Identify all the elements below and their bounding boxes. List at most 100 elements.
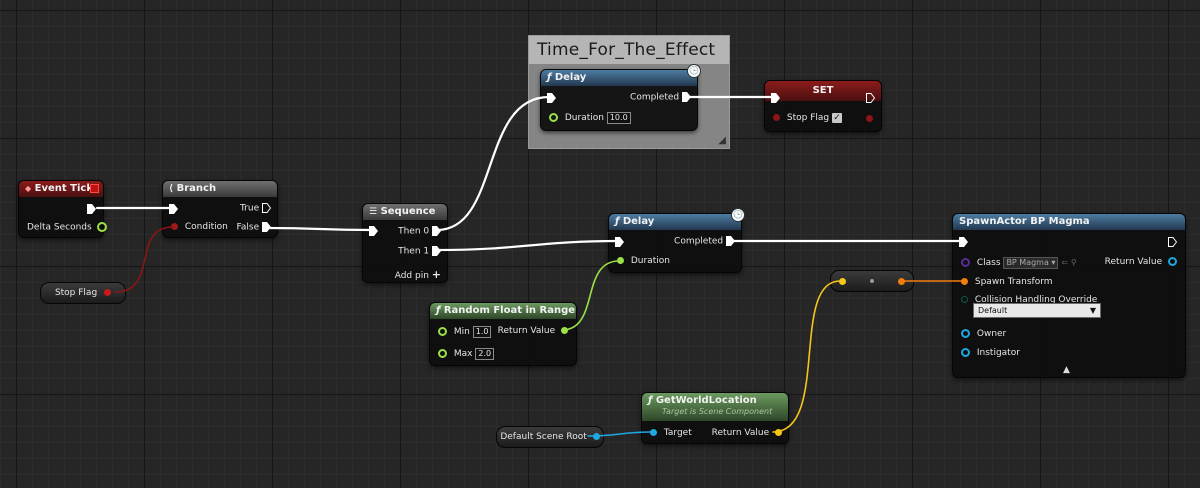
branch-condition-label: Condition bbox=[184, 222, 228, 232]
bool-pin-icon[interactable] bbox=[171, 223, 178, 230]
sequence-icon: ☰ bbox=[369, 207, 378, 217]
set-stop-flag-node[interactable]: SET Stop Flag ✓ bbox=[764, 80, 882, 132]
delegate-pin-icon[interactable] bbox=[90, 184, 99, 193]
object-out-pin-icon[interactable] bbox=[1168, 257, 1177, 266]
default-scene-root-label: Default Scene Root bbox=[500, 432, 587, 442]
comment-title[interactable]: Time_For_The_Effect bbox=[529, 36, 729, 64]
collapse-advanced-icon[interactable]: ▲ bbox=[1063, 365, 1070, 375]
random-min-input[interactable]: 1.0 bbox=[472, 326, 492, 338]
delay-top-node[interactable]: ƒ Delay 🕒 Completed Duration 10.0 bbox=[540, 64, 701, 131]
sequence-node[interactable]: ☰ Sequence Then 0 Then 1 Add pin + bbox=[362, 203, 448, 283]
float-pin-icon[interactable] bbox=[438, 349, 447, 358]
exec-out-pin-icon[interactable] bbox=[87, 204, 96, 214]
bool-in-pin-icon[interactable] bbox=[773, 114, 780, 121]
object-out-pin-icon[interactable] bbox=[592, 433, 600, 440]
bool-out-pin-icon[interactable] bbox=[104, 289, 112, 296]
search-icon[interactable]: ⚲ bbox=[1071, 258, 1077, 267]
exec-out-true-pin-icon[interactable] bbox=[262, 203, 272, 213]
spawn-actor-header: SpawnActor BP Magma bbox=[953, 214, 1185, 230]
clock-icon: 🕒 bbox=[687, 64, 701, 78]
stop-flag-getter[interactable]: Stop Flag bbox=[40, 282, 126, 304]
stop-flag-checkbox[interactable]: ✓ bbox=[831, 113, 842, 123]
enum-pin-icon[interactable] bbox=[961, 296, 968, 303]
get-world-location-title: GetWorldLocation bbox=[655, 395, 757, 406]
branch-icon: ⟨ bbox=[169, 184, 174, 194]
exec-out-pin-icon[interactable] bbox=[1168, 237, 1177, 247]
event-tick-title: Event Tick bbox=[34, 183, 93, 194]
branch-true-label: True bbox=[240, 203, 260, 214]
delay-bottom-title: Delay bbox=[622, 216, 655, 227]
resize-grip-icon[interactable]: ◢ bbox=[718, 135, 726, 146]
exec-out-completed-pin-icon[interactable] bbox=[682, 92, 691, 102]
branch-header: ⟨ Branch bbox=[163, 181, 277, 197]
object-pin-icon[interactable] bbox=[961, 329, 970, 338]
add-pin-label: Add pin bbox=[394, 271, 429, 281]
spawn-actor-node[interactable]: SpawnActor BP Magma Class BP Magma ▾ ⇐ ⚲… bbox=[952, 213, 1186, 378]
delay-top-completed-label: Completed bbox=[630, 92, 680, 103]
exec-out-then0-pin-icon[interactable] bbox=[432, 226, 441, 236]
get-world-location-node[interactable]: ƒ GetWorldLocation Target is Scene Compo… bbox=[641, 392, 789, 444]
set-stop-flag-label: Stop Flag bbox=[786, 113, 830, 123]
float-pin-icon[interactable] bbox=[96, 222, 107, 232]
owner-label: Owner bbox=[976, 329, 1007, 339]
exec-in-pin-icon[interactable] bbox=[771, 93, 780, 103]
transform-in-pin-icon[interactable] bbox=[961, 278, 968, 285]
function-icon: ƒ bbox=[615, 216, 620, 227]
collision-handling-dropdown[interactable]: Default ▼ bbox=[973, 303, 1101, 318]
spawn-transform-label: Spawn Transform bbox=[974, 277, 1053, 287]
float-pin-icon[interactable] bbox=[617, 257, 624, 264]
delay-bottom-node[interactable]: ƒ Delay 🕒 Completed Duration bbox=[608, 208, 745, 273]
bool-out-pin-icon[interactable] bbox=[866, 115, 873, 122]
gwl-target-label: Target bbox=[663, 428, 692, 438]
clock-icon: 🕒 bbox=[731, 208, 745, 222]
random-max-input[interactable]: 2.0 bbox=[475, 348, 495, 360]
random-return-label: Return Value bbox=[497, 326, 556, 336]
exec-out-false-pin-icon[interactable] bbox=[262, 222, 271, 232]
branch-false-label: False bbox=[236, 222, 260, 233]
add-pin-button[interactable]: Add pin + bbox=[395, 268, 441, 281]
spawn-class-select[interactable]: BP Magma ▾ bbox=[1003, 257, 1059, 269]
random-min-label: Min bbox=[453, 327, 470, 337]
vector-in-pin-icon[interactable] bbox=[839, 278, 846, 285]
float-out-pin-icon[interactable] bbox=[561, 327, 568, 334]
exec-out-pin-icon[interactable] bbox=[866, 93, 875, 103]
transform-out-pin-icon[interactable] bbox=[898, 278, 905, 285]
random-float-title: Random Float in Range bbox=[443, 305, 576, 316]
exec-out-completed-pin-icon[interactable] bbox=[726, 236, 735, 246]
default-scene-root-getter[interactable]: Default Scene Root bbox=[496, 426, 604, 448]
object-pin-icon[interactable] bbox=[961, 348, 970, 357]
spawn-class-value: BP Magma bbox=[1006, 258, 1049, 267]
event-tick-node[interactable]: ◆ Event Tick Delta Seconds bbox=[18, 180, 107, 238]
wire-exec-false-sequence bbox=[266, 226, 374, 232]
compact-node-dot-icon bbox=[870, 279, 874, 283]
random-float-node[interactable]: ƒ Random Float in Range Min 1.0 Return V… bbox=[429, 302, 577, 366]
get-world-location-header: ƒ GetWorldLocation Target is Scene Compo… bbox=[642, 393, 788, 421]
float-pin-icon[interactable] bbox=[438, 327, 447, 336]
set-header: SET bbox=[765, 81, 881, 101]
sequence-then1-label: Then 1 bbox=[398, 246, 430, 257]
exec-in-pin-icon[interactable] bbox=[547, 93, 556, 103]
browse-arrow-icon[interactable]: ⇐ bbox=[1061, 258, 1068, 267]
exec-in-pin-icon[interactable] bbox=[169, 204, 178, 214]
delay-top-duration-input[interactable]: 10.0 bbox=[606, 112, 631, 124]
object-pin-icon[interactable] bbox=[650, 429, 657, 436]
exec-in-pin-icon[interactable] bbox=[369, 226, 378, 236]
gwl-return-label: Return Value bbox=[711, 428, 770, 438]
exec-in-pin-icon[interactable] bbox=[959, 237, 968, 247]
class-pin-icon[interactable] bbox=[961, 258, 970, 267]
random-float-header: ƒ Random Float in Range bbox=[430, 303, 576, 319]
vector-out-pin-icon[interactable] bbox=[775, 429, 782, 436]
spawn-return-label: Return Value bbox=[1104, 257, 1163, 267]
spawn-class-label: Class bbox=[976, 258, 1001, 268]
delay-bottom-header: ƒ Delay 🕒 bbox=[609, 208, 745, 230]
sequence-then0-label: Then 0 bbox=[398, 226, 430, 237]
exec-out-then1-pin-icon[interactable] bbox=[432, 246, 441, 256]
delay-top-title: Delay bbox=[554, 72, 587, 83]
plus-icon: + bbox=[431, 268, 441, 281]
function-icon: ƒ bbox=[547, 72, 552, 83]
branch-node[interactable]: ⟨ Branch True Condition False bbox=[162, 180, 278, 238]
make-transform-node[interactable] bbox=[830, 270, 914, 292]
float-pin-icon[interactable] bbox=[549, 113, 558, 122]
get-world-location-subtitle: Target is Scene Component bbox=[662, 407, 773, 416]
exec-in-pin-icon[interactable] bbox=[615, 237, 624, 247]
